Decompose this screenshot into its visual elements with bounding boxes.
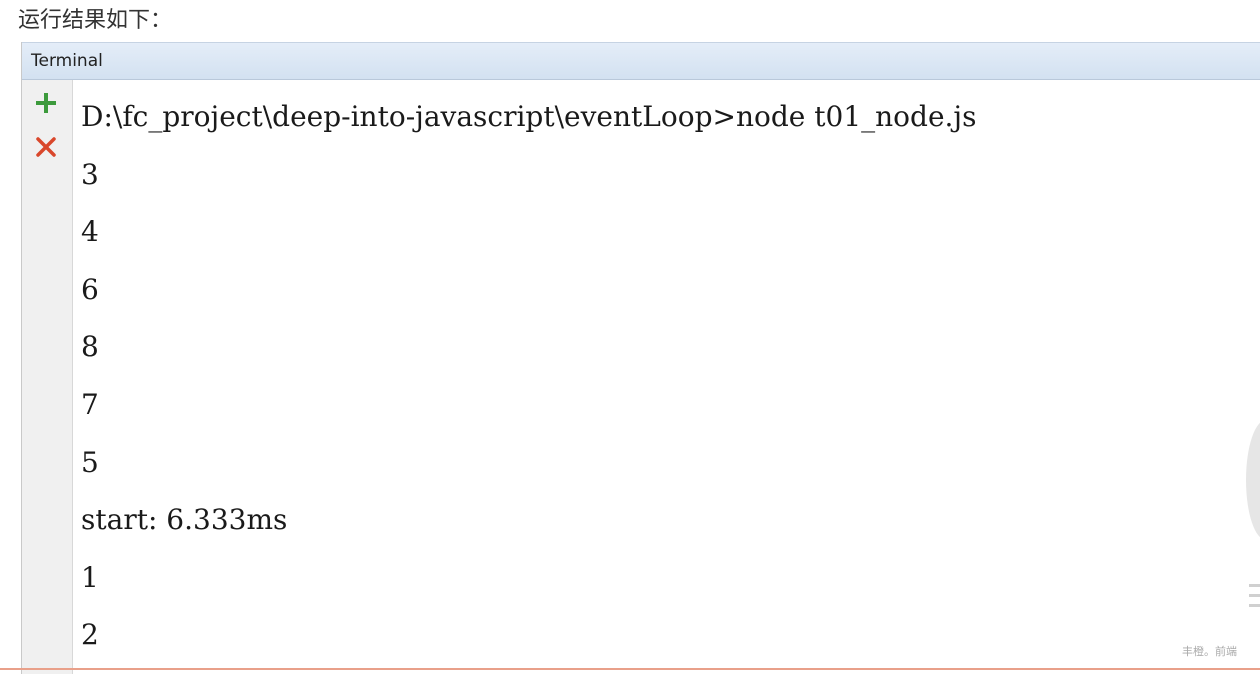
terminal-output-line: 8 [81,330,99,364]
terminal-output-line: 6 [81,272,99,306]
terminal-output-line: 3 [81,157,99,191]
watermark-text: 丰橙。前端 [1182,645,1237,658]
terminal-output-line: 7 [81,387,99,421]
terminal-toolbar [22,80,73,674]
terminal-command-line: D:\fc_project\deep-into-javascript\event… [81,100,977,133]
terminal-output-line: 4 [81,215,99,249]
close-icon[interactable] [33,134,59,160]
divider-line [0,668,1260,670]
terminal-output-line: 1 [81,560,99,594]
terminal-output-line: 5 [81,445,99,479]
terminal-header: Terminal [22,42,1260,80]
terminal-panel: Terminal D:\fc_project\deep-into-javascr… [21,42,1260,674]
terminal-output-line: 2 [81,618,99,652]
plus-icon[interactable] [33,90,59,116]
terminal-output-line: start: 6.333ms [81,503,288,537]
watermark-mark [1249,582,1260,610]
terminal-output: D:\fc_project\deep-into-javascript\event… [81,98,1251,674]
caption-text: 运行结果如下： [18,8,173,33]
terminal-title[interactable]: Terminal [31,51,103,71]
